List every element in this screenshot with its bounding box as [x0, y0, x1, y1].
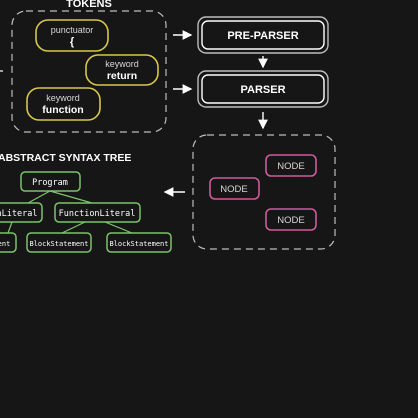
token-value-label: function: [42, 104, 83, 116]
preparser-label: PRE-PARSER: [227, 30, 298, 42]
ast-node-function-literal: FunctionLiteral: [54, 202, 141, 223]
ast-node-label: ent: [0, 240, 10, 248]
diagram-canvas: TOKENS punctuator { keyword return keywo…: [0, 0, 336, 253]
ast-node-label: FunctionLiteral: [59, 209, 136, 219]
token-punctuator: punctuator {: [35, 19, 109, 52]
parser-label: PARSER: [240, 84, 285, 96]
token-type-label: punctuator: [51, 25, 94, 35]
ast-node-label: BlockStatement: [109, 240, 168, 248]
ast-node-statement-left: ent: [0, 232, 17, 253]
ast-node-literal: nLiteral: [0, 202, 43, 223]
ast-node-label: BlockStatement: [29, 240, 88, 248]
node-label: NODE: [277, 161, 304, 172]
token-type-label: keyword: [105, 59, 139, 69]
ast-node-block-statement: BlockStatement: [26, 232, 92, 253]
node-label: NODE: [220, 184, 247, 195]
parser-box: PARSER: [197, 70, 329, 108]
ast-title: ABSTRACT SYNTAX TREE: [0, 152, 131, 164]
token-type-label: keyword: [46, 93, 80, 103]
tokens-title: TOKENS: [66, 0, 112, 10]
node-top: NODE: [265, 154, 317, 177]
ast-node-label: nLiteral: [0, 209, 37, 219]
preparser-box: PRE-PARSER: [197, 16, 329, 54]
ast-node-program: Program: [20, 171, 81, 192]
node-bottom: NODE: [265, 208, 317, 231]
ast-node-block-statement: BlockStatement: [106, 232, 172, 253]
node-label: NODE: [277, 215, 304, 226]
node-middle: NODE: [209, 177, 260, 200]
token-keyword-return: keyword return: [85, 54, 159, 86]
token-value-label: return: [107, 70, 137, 82]
token-value-label: {: [70, 36, 75, 48]
token-keyword-function: keyword function: [26, 87, 101, 121]
ast-node-label: Program: [32, 178, 68, 188]
